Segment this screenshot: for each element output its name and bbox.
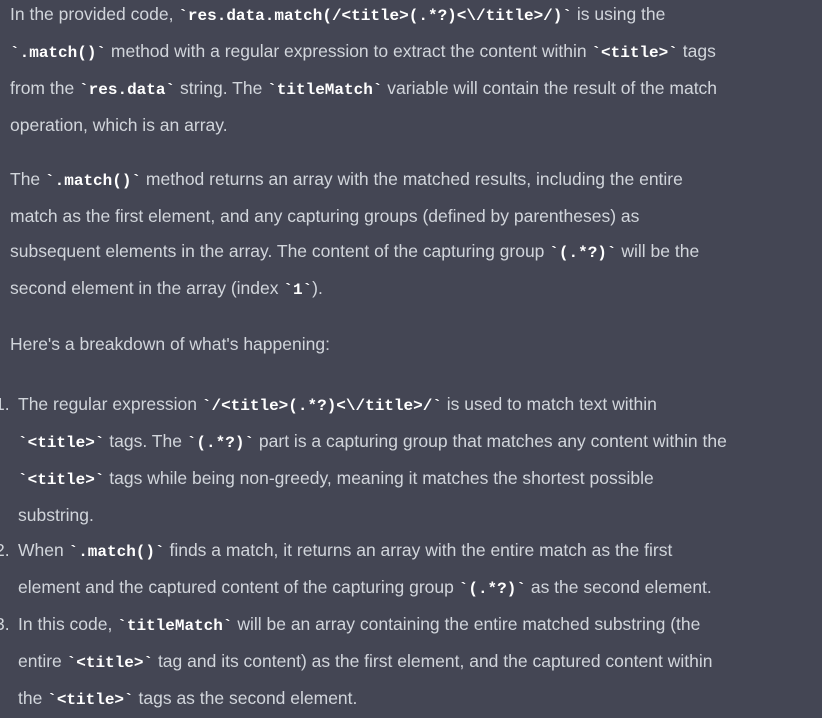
backtick: ` (124, 691, 134, 709)
backtick: ` (117, 617, 127, 635)
backtick: ` (66, 654, 77, 672)
text-run: When (18, 540, 69, 560)
text-run: will be an array containing the entire m… (232, 614, 701, 634)
text-run: tags while being non-greedy, meaning it … (104, 468, 654, 488)
text-run: the (18, 688, 48, 708)
backtick: ` (165, 81, 176, 99)
text-run: method returns an array with the matched… (141, 169, 683, 189)
inline-code: <title> (56, 691, 125, 709)
backtick: ` (302, 281, 313, 299)
backtick: ` (94, 471, 105, 489)
backtick: ` (131, 172, 142, 190)
text-run: substring. (18, 505, 94, 525)
text-run: In the provided code, (10, 4, 179, 24)
text-run: finds a match, it returns an array with … (164, 540, 673, 560)
text-run: element and the captured content of the … (18, 577, 459, 597)
backtick: ` (47, 691, 57, 709)
text-run: In this code, (18, 614, 118, 634)
text-run: Here's a breakdown of what's happening: (10, 334, 330, 354)
backtick: ` (267, 81, 277, 99)
backtick: ` (283, 281, 293, 299)
list-item: 3.In this code, `titleMatch` will be an … (0, 607, 727, 718)
inline-code: <title> (601, 44, 669, 62)
text-run: tags. The (104, 431, 187, 451)
breakdown-list: 1.The regular expression `/<title>(.*?)<… (0, 387, 727, 718)
text-run: part is a capturing group that matches a… (254, 431, 727, 451)
backtick: ` (45, 172, 55, 190)
text-run: is using the (572, 4, 666, 24)
text-run: tags (677, 41, 716, 61)
inline-code: .match() (54, 172, 132, 190)
backtick: ` (96, 44, 107, 62)
inline-code: /<title>(.*?)<\/title>/ (211, 397, 433, 415)
inline-code: .match() (78, 543, 155, 561)
list-number: 3. (0, 614, 10, 634)
paragraph-breakdown-intro: Here's a breakdown of what's happening: (10, 327, 330, 362)
text-run: method with a regular expression to extr… (106, 41, 592, 61)
backtick: ` (458, 580, 469, 598)
text-run: The regular expression (18, 394, 202, 414)
backtick: ` (94, 434, 105, 452)
backtick: ` (155, 543, 165, 561)
text-run: ). (312, 278, 323, 298)
text-run: subsequent elements in the array. The co… (10, 241, 550, 261)
inline-code: 1 (292, 281, 303, 299)
inline-code: (.*?) (558, 244, 607, 262)
text-run: The (10, 169, 46, 189)
paragraph-match-return: The `.match()` method returns an array w… (10, 162, 699, 308)
backtick: ` (178, 7, 188, 25)
inline-code: <title> (27, 434, 95, 452)
text-run: match as the first element, and any capt… (10, 206, 640, 226)
text-run: second element in the array (index (10, 278, 284, 298)
text-run: string. The (175, 78, 268, 98)
backtick: ` (562, 7, 572, 25)
inline-code: <title> (27, 471, 95, 489)
backtick: ` (244, 434, 255, 452)
inline-code: titleMatch (276, 81, 373, 99)
text-run: variable will contain the result of the … (382, 78, 718, 98)
text-run: will be the (616, 241, 700, 261)
backtick: ` (79, 81, 89, 99)
inline-code: <title> (76, 654, 144, 672)
inline-code: .match() (19, 44, 97, 62)
backtick: ` (143, 654, 154, 672)
backtick: ` (372, 81, 383, 99)
inline-code: (.*?) (196, 434, 245, 452)
backtick: ` (549, 244, 559, 262)
backtick: ` (432, 397, 442, 415)
assistant-message: In the provided code, `res.data.match(/<… (0, 0, 822, 709)
backtick: ` (68, 543, 79, 561)
text-run: entire (18, 651, 67, 671)
list-number: 1. (0, 394, 10, 414)
inline-code: (.*?) (468, 580, 517, 598)
list-number: 2. (0, 540, 10, 560)
backtick: ` (18, 471, 28, 489)
backtick: ` (18, 434, 28, 452)
text-run: is used to match text within (441, 394, 657, 414)
inline-code: res.data (88, 81, 166, 99)
paragraph-match-explanation: In the provided code, `res.data.match(/<… (10, 0, 717, 143)
list-item: 2.When `.match()` finds a match, it retu… (0, 533, 727, 607)
inline-code: res.data.match(/<title>(.*?)<\/title>/) (187, 7, 563, 25)
backtick: ` (10, 44, 20, 62)
backtick: ` (516, 580, 526, 598)
inline-code: titleMatch (126, 617, 223, 635)
text-run: tag and its content) as the first elemen… (153, 651, 713, 671)
backtick: ` (606, 244, 617, 262)
backtick: ` (186, 434, 197, 452)
list-item: 1.The regular expression `/<title>(.*?)<… (0, 387, 727, 533)
text-run: tags as the second element. (133, 688, 358, 708)
backtick: ` (668, 44, 678, 62)
text-run: from the (10, 78, 80, 98)
text-run: operation, which is an array. (10, 115, 228, 135)
backtick: ` (591, 44, 602, 62)
text-run: as the second element. (525, 577, 712, 597)
